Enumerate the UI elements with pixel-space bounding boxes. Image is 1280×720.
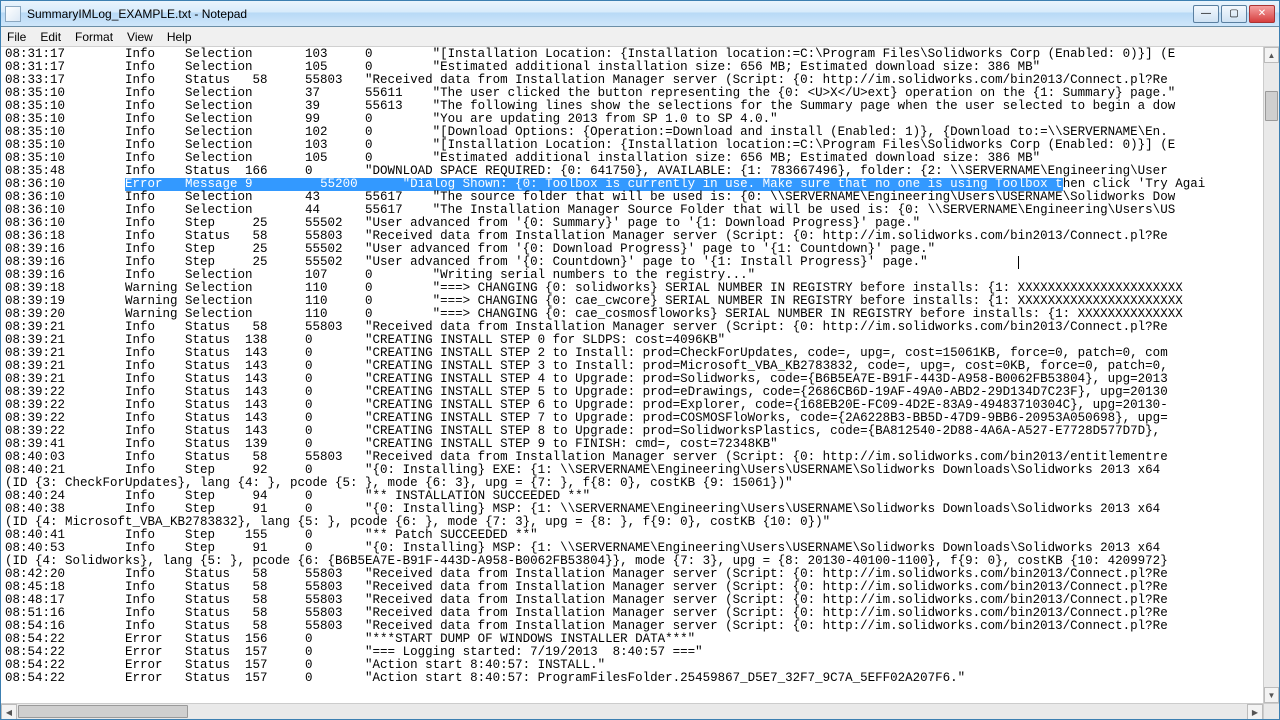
menu-format[interactable]: Format [75, 30, 113, 44]
vscroll-thumb[interactable] [1265, 91, 1278, 121]
vscroll-track[interactable] [1264, 63, 1279, 687]
content-area: 08:31:17 Info Selection 103 0 "[Installa… [1, 47, 1279, 719]
maximize-button[interactable]: ▢ [1221, 5, 1247, 23]
vertical-scrollbar[interactable]: ▲ ▼ [1263, 47, 1279, 703]
scroll-up-arrow-icon[interactable]: ▲ [1264, 47, 1279, 63]
scroll-right-arrow-icon[interactable]: ▶ [1247, 704, 1263, 719]
notepad-window: SummaryIMLog_EXAMPLE.txt - Notepad — ▢ ✕… [0, 0, 1280, 720]
notepad-icon [5, 6, 21, 22]
minimize-button[interactable]: — [1193, 5, 1219, 23]
menu-view[interactable]: View [127, 30, 153, 44]
menu-edit[interactable]: Edit [40, 30, 61, 44]
menu-help[interactable]: Help [167, 30, 192, 44]
titlebar[interactable]: SummaryIMLog_EXAMPLE.txt - Notepad — ▢ ✕ [1, 1, 1279, 27]
text-caret [1018, 256, 1019, 269]
horizontal-scrollbar[interactable]: ◀ ▶ [1, 703, 1263, 719]
text-editor[interactable]: 08:31:17 Info Selection 103 0 "[Installa… [1, 47, 1263, 703]
scroll-down-arrow-icon[interactable]: ▼ [1264, 687, 1279, 703]
menu-file[interactable]: File [7, 30, 26, 44]
menubar: File Edit Format View Help [1, 27, 1279, 47]
hscroll-thumb[interactable] [18, 705, 188, 718]
window-title: SummaryIMLog_EXAMPLE.txt - Notepad [27, 7, 1193, 21]
scroll-left-arrow-icon[interactable]: ◀ [1, 704, 17, 719]
scroll-corner [1263, 703, 1279, 719]
text-line[interactable]: 08:54:22 Error Status 157 0 "Action star… [5, 672, 1259, 685]
close-button[interactable]: ✕ [1249, 5, 1275, 23]
